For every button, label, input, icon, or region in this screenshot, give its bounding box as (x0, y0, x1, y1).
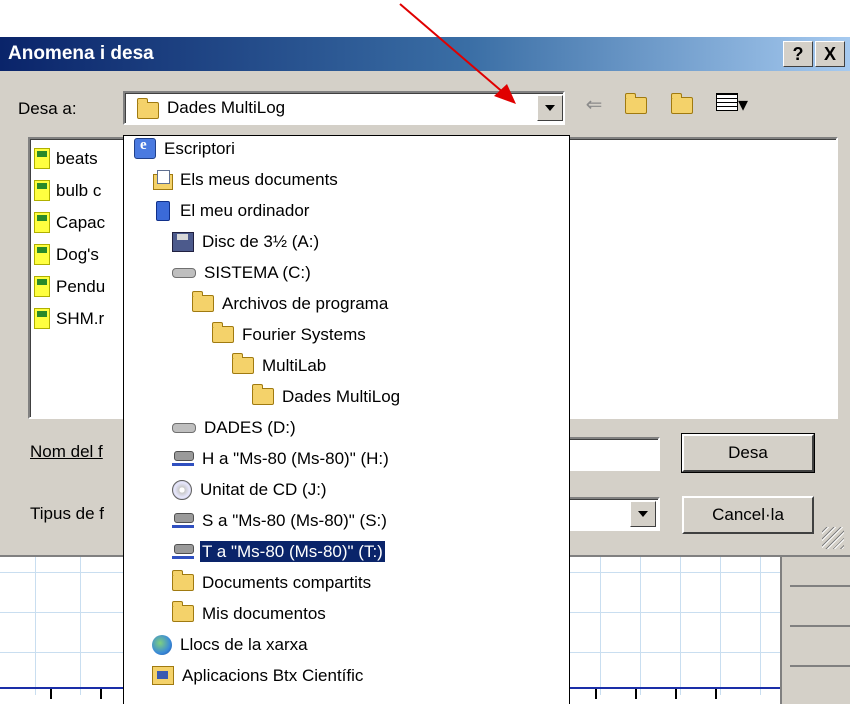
dropdown-item-aplicacions-btx[interactable]: Aplicacions Btx Científic (152, 665, 365, 695)
filetype-dropdown-button[interactable] (630, 501, 656, 527)
floppy-icon (172, 231, 194, 252)
applications-folder-icon (152, 666, 174, 686)
save-in-value: Dades MultiLog (167, 98, 286, 117)
resize-grip-icon[interactable] (822, 527, 844, 549)
list-item[interactable]: SHM.r (34, 308, 104, 330)
dropdown-item-dades-d[interactable]: DADES (D:) (172, 417, 298, 447)
dropdown-item-network-s[interactable]: S a "Ms-80 (Ms-80)" (S:) (172, 510, 389, 540)
grid-line (720, 555, 721, 695)
title-bar[interactable]: Anomena i desa ? X (0, 37, 850, 71)
save-in-label: Desa a: (18, 99, 77, 118)
dropdown-item-disc-a[interactable]: Disc de 3½ (A:) (172, 231, 321, 261)
grid-line (35, 555, 36, 695)
filename-input[interactable] (560, 437, 660, 471)
folder-icon (212, 322, 234, 344)
folder-icon (192, 291, 214, 313)
folder-icon (252, 384, 274, 406)
axis-tick (595, 689, 597, 699)
grid-line (680, 555, 681, 695)
panel-divider (790, 585, 850, 587)
dropdown-item-mis-documentos[interactable]: Mis documentos (172, 601, 328, 633)
desktop-icon (134, 137, 156, 160)
drive-icon (172, 422, 196, 433)
new-folder-icon[interactable] (668, 92, 696, 118)
filetype-label: Tipus de f (30, 504, 105, 523)
axis-tick (635, 689, 637, 699)
computer-icon (152, 200, 172, 221)
dropdown-item-escriptori[interactable]: Escriptori (134, 137, 237, 168)
cd-icon (172, 479, 192, 500)
dropdown-item-el-meu-ordinador[interactable]: El meu ordinador (152, 200, 311, 230)
dropdown-item-archivos-de-programa[interactable]: Archivos de programa (192, 291, 390, 323)
filename-label: Nom del f (30, 442, 103, 461)
dropdown-item-llocs-de-la-xarxa[interactable]: Llocs de la xarxa (152, 634, 310, 664)
view-menu-icon[interactable]: ▾ (712, 92, 752, 118)
network-places-icon (152, 634, 172, 655)
folder-icon (137, 98, 159, 119)
back-icon[interactable]: ⇐ (580, 92, 608, 118)
help-button[interactable]: ? (783, 41, 813, 67)
up-folder-icon[interactable] (622, 92, 650, 118)
network-drive-icon (172, 511, 194, 531)
list-item[interactable]: beats (34, 148, 98, 170)
dropdown-item-els-meus-documents[interactable]: Els meus documents (152, 169, 340, 199)
dropdown-item-cd-j[interactable]: Unitat de CD (J:) (172, 479, 329, 509)
file-icon (34, 308, 50, 330)
save-in-combobox[interactable]: Dades MultiLog (123, 91, 565, 125)
file-icon (34, 244, 50, 266)
list-item[interactable]: Capac (34, 212, 105, 234)
grid-line (640, 555, 641, 695)
documents-icon (152, 169, 173, 190)
dropdown-item-network-h[interactable]: H a "Ms-80 (Ms-80)" (H:) (172, 448, 391, 478)
dropdown-item-multilab[interactable]: MultiLab (232, 353, 328, 385)
dropdown-item-documents-compartits[interactable]: Documents compartits (172, 570, 373, 602)
save-button[interactable]: Desa (681, 433, 815, 473)
grid-line (760, 555, 761, 695)
file-icon (34, 212, 50, 234)
file-icon (34, 180, 50, 202)
dialog-title: Anomena i desa (8, 43, 154, 64)
grid-line (600, 555, 601, 695)
save-in-dropdown-list[interactable]: Escriptori Els meus documents El meu ord… (123, 135, 570, 704)
drive-icon (172, 267, 196, 278)
axis-tick (715, 689, 717, 699)
file-icon (34, 276, 50, 298)
folder-icon (232, 353, 254, 375)
save-in-dropdown-button[interactable] (537, 95, 563, 121)
panel-divider (790, 665, 850, 667)
panel-divider (790, 625, 850, 627)
axis-tick (100, 689, 102, 699)
network-drive-icon (172, 449, 194, 469)
dropdown-item-dades-multilog[interactable]: Dades MultiLog (252, 384, 402, 416)
list-item[interactable]: Pendu (34, 276, 105, 298)
close-button[interactable]: X (815, 41, 845, 67)
side-panel (780, 555, 850, 704)
filetype-select[interactable] (560, 497, 660, 531)
folder-icon (172, 570, 194, 592)
dropdown-item-network-t[interactable]: T a "Ms-80 (Ms-80)" (T:) (172, 540, 385, 571)
file-list: beats bulb c Capac Dog's Pendu SHM.r (28, 140, 138, 415)
file-icon (34, 148, 50, 170)
folder-icon (172, 601, 194, 623)
cancel-button[interactable]: Cancel·la (682, 496, 814, 534)
grid-line (80, 555, 81, 695)
dropdown-item-sistema-c[interactable]: SISTEMA (C:) (172, 262, 313, 292)
network-drive-icon (172, 542, 194, 562)
axis-tick (50, 689, 52, 699)
axis-tick (675, 689, 677, 699)
list-item[interactable]: bulb c (34, 180, 101, 202)
dropdown-item-fourier-systems[interactable]: Fourier Systems (212, 322, 368, 354)
list-item[interactable]: Dog's (34, 244, 99, 266)
